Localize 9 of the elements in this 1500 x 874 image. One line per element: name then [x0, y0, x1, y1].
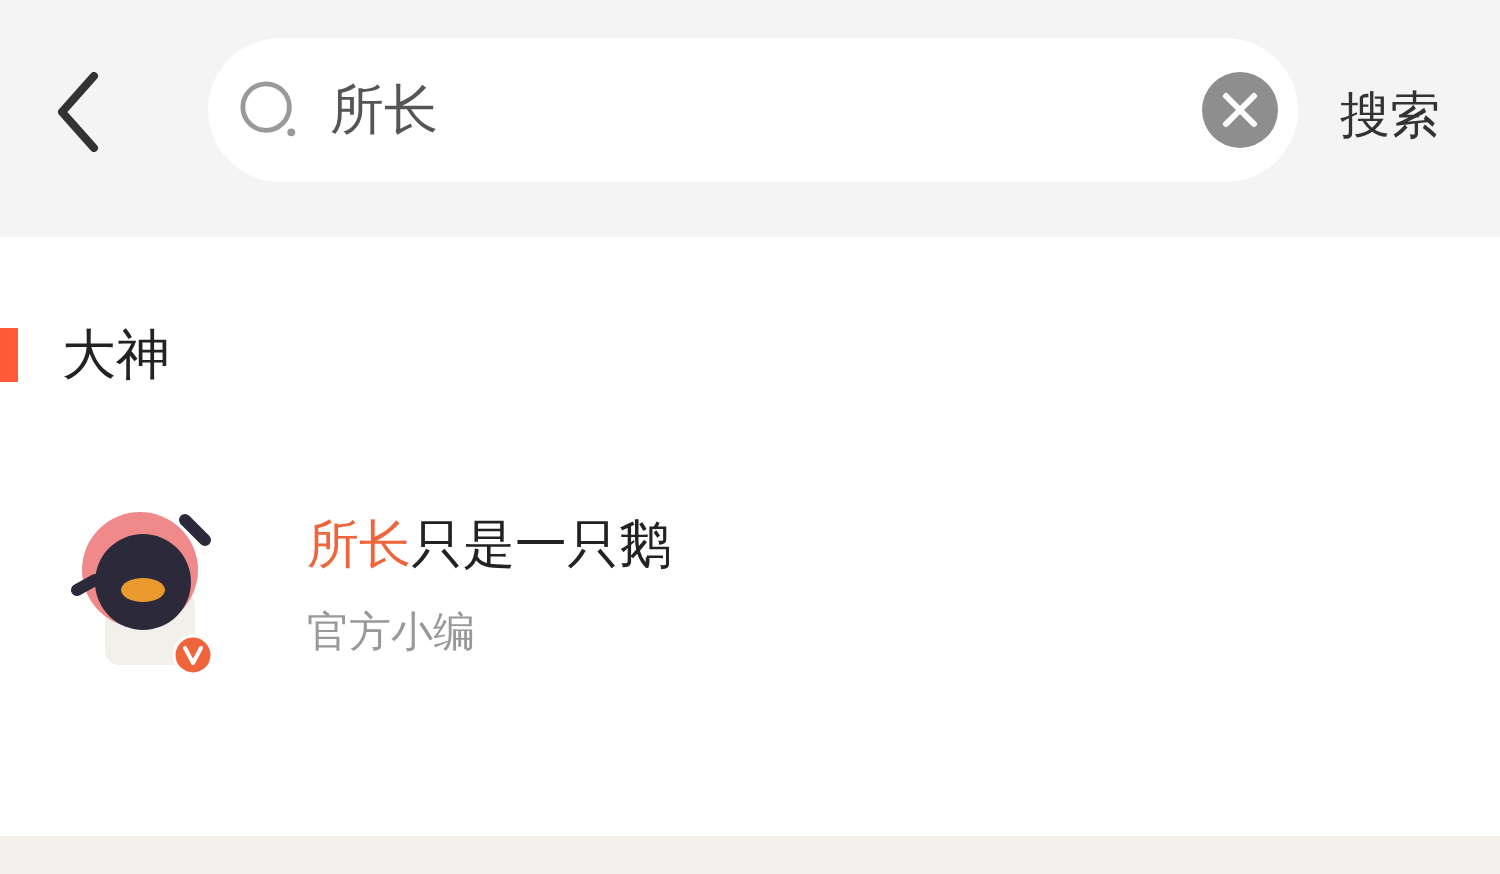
user-name[interactable]: 所长只是一只鹅: [307, 510, 671, 580]
section-marker: [0, 328, 18, 382]
back-icon[interactable]: [56, 72, 100, 152]
user-role: 官方小编: [307, 606, 476, 658]
section-title: 大神: [62, 321, 170, 388]
search-field[interactable]: 所长: [208, 38, 1298, 182]
search-input[interactable]: 所长: [328, 77, 1202, 143]
clear-button[interactable]: [1202, 72, 1278, 148]
search-button[interactable]: 搜索: [1340, 82, 1440, 149]
